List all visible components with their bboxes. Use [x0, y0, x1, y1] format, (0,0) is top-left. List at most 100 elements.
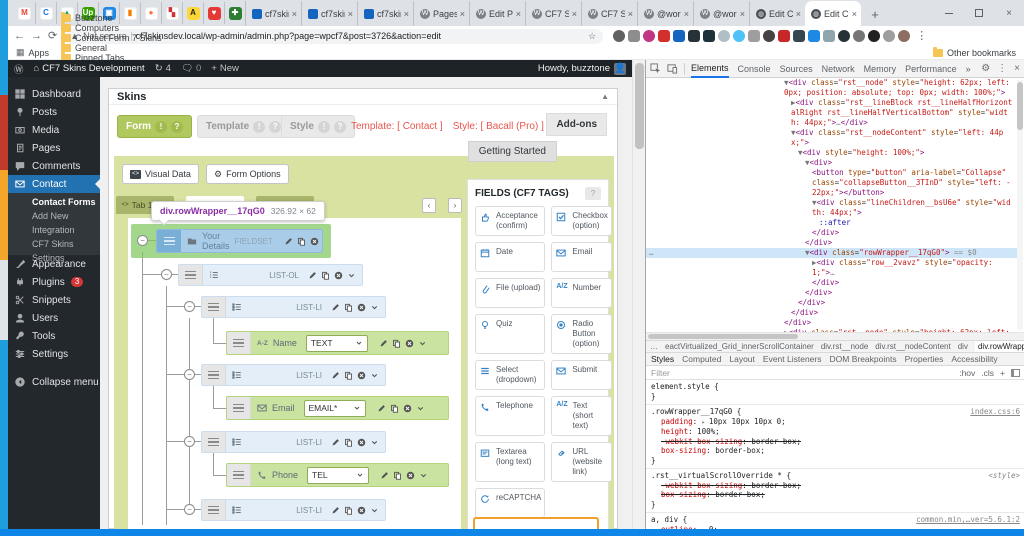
- field-button-acceptance-confirm-[interactable]: Acceptance (confirm): [475, 206, 545, 236]
- field-button-number[interactable]: A/ZNumber: [551, 278, 612, 308]
- page-scrollbar[interactable]: [632, 60, 645, 529]
- breadcrumb-4[interactable]: div.rst__nodeContent: [875, 342, 950, 351]
- pinned-tab-tree[interactable]: ✚: [224, 2, 245, 24]
- chev-icon[interactable]: [418, 339, 427, 348]
- gray-circle-ext[interactable]: [853, 30, 865, 42]
- browser-tab-7[interactable]: WCF7 Sk×: [581, 1, 637, 26]
- devtools-more-tabs[interactable]: »: [966, 60, 971, 78]
- crop-ext[interactable]: [793, 30, 805, 42]
- rule-source-link[interactable]: index.css:6: [970, 407, 1020, 417]
- pinned-tab-notes[interactable]: A: [182, 2, 203, 24]
- chev-icon[interactable]: [416, 404, 425, 413]
- breadcrumb-5[interactable]: div: [958, 342, 968, 351]
- breadcrumb-6[interactable]: div.rowWrapper__17qG0: [975, 341, 1024, 353]
- sidebar-item-contact[interactable]: Contact: [8, 175, 100, 193]
- fields-help-button[interactable]: ?: [585, 187, 601, 200]
- delx-icon[interactable]: [334, 271, 343, 280]
- wordpress-ext[interactable]: [763, 30, 775, 42]
- new-menu[interactable]: + New: [211, 63, 239, 74]
- star-icon[interactable]: ☆: [588, 31, 596, 42]
- field-button-checkbox-option-[interactable]: Checkbox (option): [551, 206, 612, 236]
- breadcrumb-3[interactable]: div.rst__node: [821, 342, 868, 351]
- breadcrumb-1[interactable]: …: [650, 342, 658, 351]
- breadcrumb-2[interactable]: eactVirtualized_Grid_innerScrollContaine…: [665, 342, 814, 351]
- copy-icon[interactable]: [390, 404, 399, 413]
- wp-logo[interactable]: Ⓦ: [14, 62, 24, 76]
- hov-toggle[interactable]: :hov: [959, 368, 975, 378]
- pin-ext[interactable]: [778, 30, 790, 42]
- delx-icon[interactable]: [403, 404, 412, 413]
- styles-tab-properties[interactable]: Properties: [905, 354, 944, 364]
- drag-handle[interactable]: [202, 500, 226, 520]
- close-button[interactable]: ×: [994, 0, 1024, 26]
- form-warning-badge[interactable]: !: [155, 121, 167, 133]
- pencil-icon[interactable]: [331, 371, 340, 380]
- styles-tab-accessibility[interactable]: Accessibility: [951, 354, 997, 364]
- pinned-tab-health[interactable]: ♥: [203, 2, 224, 24]
- code-line-7[interactable]: ▼<div class="lineChildren__bsU6e" style=…: [646, 198, 1017, 218]
- field-button-select-dropdown-[interactable]: Select (dropdown): [475, 360, 545, 390]
- field-button-radio-button-option-[interactable]: Radio Button (option): [551, 314, 612, 354]
- code-line-14[interactable]: </div>: [646, 288, 1017, 298]
- code-line-15[interactable]: </div>: [646, 298, 1017, 308]
- code-line-3[interactable]: ▼<div class="rst__nodeContent" style="le…: [646, 128, 1017, 148]
- tab-close-icon[interactable]: ×: [684, 9, 689, 19]
- forward-button[interactable]: →: [31, 31, 42, 42]
- sidebar-item-collapse-menu[interactable]: Collapse menu: [8, 373, 100, 391]
- chev-icon[interactable]: [347, 271, 356, 280]
- field-type-select[interactable]: TEXT: [306, 335, 368, 352]
- code-line-2[interactable]: ▶<div class="rst__lineBlock rst__lineHal…: [646, 98, 1017, 128]
- copy-icon[interactable]: [344, 303, 353, 312]
- device-toolbar-icon[interactable]: [667, 63, 678, 74]
- sidebar-item-plugins[interactable]: Plugins3: [8, 273, 100, 291]
- collapse-panel-icon[interactable]: ▲: [601, 92, 609, 101]
- template-tab-button[interactable]: Template ! ?: [197, 115, 290, 138]
- sidebar-item-comments[interactable]: Comments: [8, 157, 100, 175]
- form-tab-button[interactable]: Form ! ?: [117, 115, 192, 138]
- copy-icon[interactable]: [344, 371, 353, 380]
- pencil-icon[interactable]: [331, 506, 340, 515]
- dark-ext-1[interactable]: [688, 30, 700, 42]
- tab-close-icon[interactable]: ×: [348, 9, 353, 19]
- account-menu[interactable]: Howdy, buzztone 👤: [538, 63, 626, 75]
- code-line-12[interactable]: ▶<div class="row__2vavz" style="opacity:…: [646, 258, 1017, 278]
- code-line-8[interactable]: ::after: [646, 218, 1017, 228]
- submenu-item-add-new[interactable]: Add New: [8, 209, 100, 223]
- browser-tab-6[interactable]: WCF7 Sk×: [525, 1, 581, 26]
- wordpress-black-ext[interactable]: [868, 30, 880, 42]
- devtools-tab-sources[interactable]: Sources: [780, 60, 813, 78]
- code-line-4[interactable]: ▼<div style="height: 100%;">: [646, 148, 1017, 158]
- comments-indicator[interactable]: 🗨 0: [181, 63, 201, 74]
- devtools-tab-memory[interactable]: Memory: [864, 60, 897, 78]
- browser-tab-8[interactable]: W@wor×: [637, 1, 693, 26]
- new-rule-button[interactable]: +: [1000, 368, 1005, 378]
- code-line-6[interactable]: <button type="button" aria-label="Collap…: [646, 168, 1017, 198]
- copy-icon[interactable]: [393, 471, 402, 480]
- css-property[interactable]: box-sizing: border-box;: [651, 446, 1020, 456]
- browser-tab-2[interactable]: cf7skir×: [301, 1, 357, 26]
- sidebar-item-dashboard[interactable]: Dashboard: [8, 85, 100, 103]
- expand-arrow-icon[interactable]: ▸: [702, 419, 709, 426]
- minimize-button[interactable]: [934, 0, 964, 26]
- style-warning-badge[interactable]: !: [318, 121, 330, 133]
- field-button-url-website-link-[interactable]: URL (website link): [551, 442, 612, 482]
- styles-tab-layout[interactable]: Layout: [729, 354, 755, 364]
- bookmark-folder-1[interactable]: Buzztone: [61, 13, 162, 23]
- tab-close-icon[interactable]: ×: [852, 9, 857, 19]
- tab-close-icon[interactable]: ×: [628, 9, 633, 19]
- css-property[interactable]: box-sizing: border-box;: [651, 490, 1020, 500]
- sidebar-item-posts[interactable]: Posts: [8, 103, 100, 121]
- rule-source-link[interactable]: common.min,…ver=5.6.1:2: [916, 515, 1020, 525]
- bookmark-folder-4[interactable]: General: [61, 43, 162, 53]
- submenu-item-integration[interactable]: Integration: [8, 223, 100, 237]
- sidebar-item-snippets[interactable]: Snippets: [8, 291, 100, 309]
- code-line-1[interactable]: ▼<div class="rst__node" style="height: 6…: [646, 78, 1017, 98]
- pencil-icon[interactable]: [308, 271, 317, 280]
- submenu-item-contact-forms[interactable]: Contact Forms: [8, 195, 100, 209]
- sidebar-item-tools[interactable]: Tools: [8, 327, 100, 345]
- drag-handle[interactable]: [202, 432, 226, 452]
- addons-button[interactable]: Add-ons: [546, 113, 607, 136]
- chev-icon[interactable]: [370, 438, 379, 447]
- inspect-element-icon[interactable]: [650, 63, 661, 74]
- grid-ext[interactable]: [748, 30, 760, 42]
